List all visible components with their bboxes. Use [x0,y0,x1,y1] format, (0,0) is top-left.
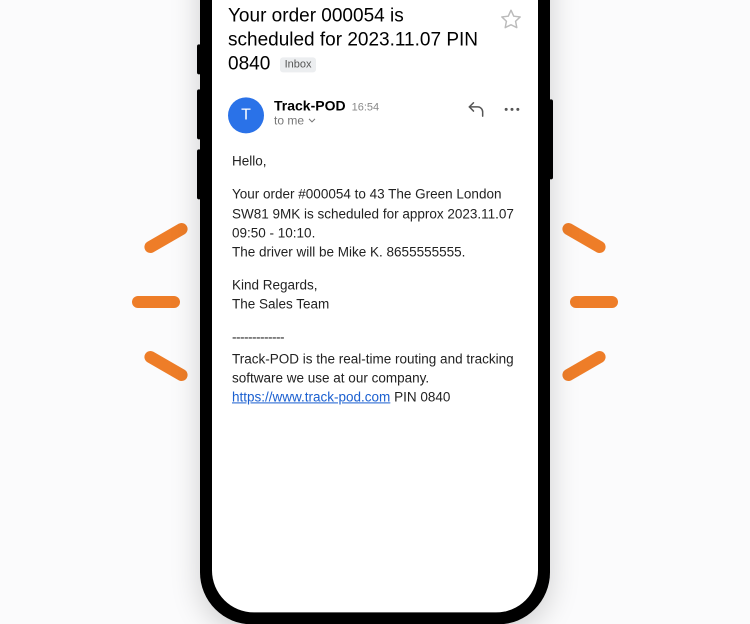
power-button [549,99,553,179]
decor-streak [142,221,190,255]
chevron-down-icon [306,115,318,127]
volume-down-button [197,149,201,199]
volume-up-button [197,89,201,139]
body-greeting: Hello, [232,152,518,171]
decor-streak [570,296,618,308]
sender-name[interactable]: Track-POD [274,98,346,114]
mute-switch [197,44,201,74]
body-footer: Track-POD is the real-time routing and t… [232,349,518,406]
phone-frame: 16:56 4G [200,0,550,624]
recipient-dropdown[interactable]: to me [274,114,456,128]
sender-avatar[interactable]: T [228,98,264,134]
decor-streak [132,296,180,308]
decor-streak [560,221,608,255]
body-main: Your order #000054 to 43 The Green Londo… [232,185,518,262]
decor-streak [142,349,190,383]
email-body: Hello, Your order #000054 to 43 The Gree… [212,138,538,421]
decor-streak [560,349,608,383]
footer-link[interactable]: https://www.track-pod.com [232,389,390,404]
message-more-button[interactable] [502,100,522,125]
body-divider: ------------- [232,328,518,347]
sent-time: 16:54 [352,102,380,114]
screen: 16:56 4G [212,0,538,612]
folder-badge[interactable]: Inbox [280,57,317,73]
star-button[interactable] [500,4,522,35]
recipient-label: to me [274,114,304,128]
avatar-initial: T [241,107,251,125]
reply-button[interactable] [466,100,486,125]
email-subject: Your order 000054 is scheduled for 2023.… [228,4,492,75]
body-signoff: Kind Regards, The Sales Team [232,275,518,313]
subject-text: Your order 000054 is scheduled for 2023.… [228,5,478,74]
